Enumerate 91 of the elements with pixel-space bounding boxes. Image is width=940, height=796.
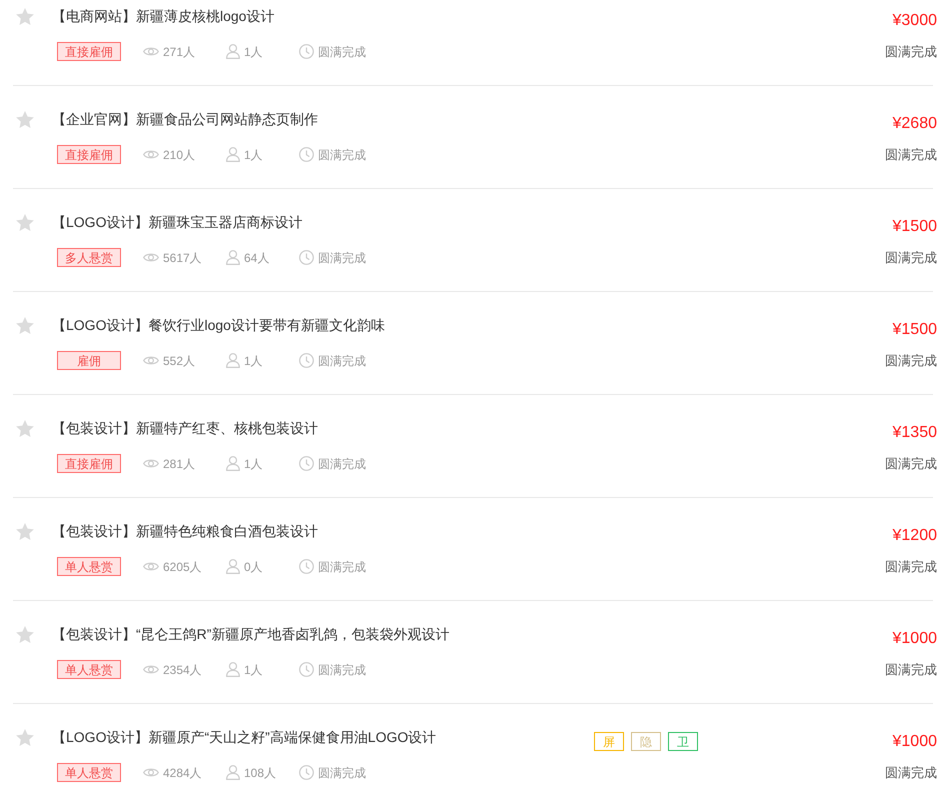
- participant-count: 1人: [244, 352, 263, 370]
- clock-icon: [299, 44, 314, 59]
- person-icon: [226, 662, 240, 677]
- star-icon[interactable]: [16, 729, 34, 746]
- task-type-tag: 多人悬赏: [57, 248, 121, 267]
- view-count: 281人: [163, 456, 196, 472]
- task-type-tag: 单人悬赏: [57, 660, 121, 679]
- task-title[interactable]: 【包装设计】新疆特产红枣、核桃包装设计: [52, 418, 594, 438]
- progress-status: 圆满完成: [318, 558, 366, 576]
- participant-count: 1人: [244, 662, 263, 678]
- participant-count: 0人: [244, 558, 263, 576]
- task-title[interactable]: 【企业官网】新疆食品公司网站静态页制作: [52, 109, 594, 129]
- task-status: 圆满完成: [885, 661, 937, 679]
- person-icon: [226, 147, 240, 162]
- eye-icon: [143, 46, 159, 57]
- task-status: 圆满完成: [885, 764, 937, 782]
- star-icon[interactable]: [16, 626, 34, 643]
- task-type-tag: 单人悬赏: [57, 763, 121, 782]
- task-type-tag: 单人悬赏: [57, 557, 121, 576]
- view-count: 271人: [163, 44, 196, 60]
- task-title[interactable]: 【LOGO设计】新疆原产“天山之籽”高端保健食用油LOGO设计: [52, 727, 594, 747]
- clock-icon: [299, 765, 314, 780]
- task-status: 圆满完成: [885, 146, 937, 164]
- task-title[interactable]: 【电商网站】新疆薄皮核桃logo设计: [52, 6, 594, 26]
- participant-count: 64人: [244, 250, 270, 266]
- progress-status: 圆满完成: [318, 352, 366, 370]
- price: ¥1200: [892, 526, 937, 546]
- task-type-tag: 直接雇佣: [57, 145, 121, 164]
- task-status: 圆满完成: [885, 558, 937, 576]
- eye-icon: [143, 458, 159, 469]
- clock-icon: [299, 662, 314, 677]
- clock-icon: [299, 559, 314, 574]
- price: ¥3000: [892, 11, 937, 31]
- progress-status: 圆满完成: [318, 456, 366, 472]
- progress-status: 圆满完成: [318, 662, 366, 678]
- eye-icon: [143, 355, 159, 366]
- view-count: 552人: [163, 352, 196, 370]
- task-status: 圆满完成: [885, 43, 937, 61]
- person-icon: [226, 765, 240, 780]
- participant-count: 108人: [244, 764, 276, 782]
- participant-count: 1人: [244, 456, 263, 472]
- person-icon: [226, 44, 240, 59]
- view-count: 4284人: [163, 764, 202, 782]
- person-icon: [226, 559, 240, 574]
- person-icon: [226, 353, 240, 368]
- progress-status: 圆满完成: [318, 250, 366, 266]
- service-label: 屏: [594, 732, 624, 751]
- task-status: 圆满完成: [885, 352, 937, 370]
- view-count: 5617人: [163, 250, 202, 266]
- price: ¥1000: [892, 629, 937, 649]
- task-title[interactable]: 【LOGO设计】新疆珠宝玉器店商标设计: [52, 212, 594, 232]
- price: ¥2680: [892, 114, 937, 134]
- task-title[interactable]: 【LOGO设计】餐饮行业logo设计要带有新疆文化韵味: [52, 315, 594, 335]
- view-count: 210人: [163, 146, 196, 164]
- clock-icon: [299, 147, 314, 162]
- star-icon[interactable]: [16, 214, 34, 231]
- service-label: 隐: [631, 732, 661, 751]
- task-status: 圆满完成: [885, 455, 937, 473]
- progress-status: 圆满完成: [318, 764, 366, 782]
- person-icon: [226, 250, 240, 265]
- eye-icon: [143, 664, 159, 675]
- participant-count: 1人: [244, 146, 263, 164]
- task-status: 圆满完成: [885, 249, 937, 267]
- eye-icon: [143, 767, 159, 778]
- eye-icon: [143, 561, 159, 572]
- person-icon: [226, 456, 240, 471]
- clock-icon: [299, 250, 314, 265]
- view-count: 2354人: [163, 662, 202, 678]
- price: ¥1350: [892, 423, 937, 443]
- task-title[interactable]: 【包装设计】新疆特色纯粮食白酒包装设计: [52, 521, 594, 541]
- star-icon[interactable]: [16, 111, 34, 128]
- eye-icon: [143, 149, 159, 160]
- participant-count: 1人: [244, 44, 263, 60]
- star-icon[interactable]: [16, 523, 34, 540]
- task-type-tag: 雇佣: [57, 351, 121, 370]
- view-count: 6205人: [163, 558, 202, 576]
- star-icon[interactable]: [16, 420, 34, 437]
- star-icon[interactable]: [16, 317, 34, 334]
- eye-icon: [143, 252, 159, 263]
- task-title[interactable]: 【包装设计】“昆仑王鸽R”新疆原产地香卤乳鸽，包装袋外观设计: [52, 624, 594, 644]
- progress-status: 圆满完成: [318, 146, 366, 164]
- task-type-tag: 直接雇佣: [57, 454, 121, 473]
- price: ¥1500: [892, 217, 937, 237]
- price: ¥1500: [892, 320, 937, 340]
- task-type-tag: 直接雇佣: [57, 42, 121, 61]
- price: ¥1000: [892, 732, 937, 752]
- clock-icon: [299, 353, 314, 368]
- clock-icon: [299, 456, 314, 471]
- star-icon[interactable]: [16, 8, 34, 25]
- progress-status: 圆满完成: [318, 44, 366, 60]
- service-label: 卫: [668, 732, 698, 751]
